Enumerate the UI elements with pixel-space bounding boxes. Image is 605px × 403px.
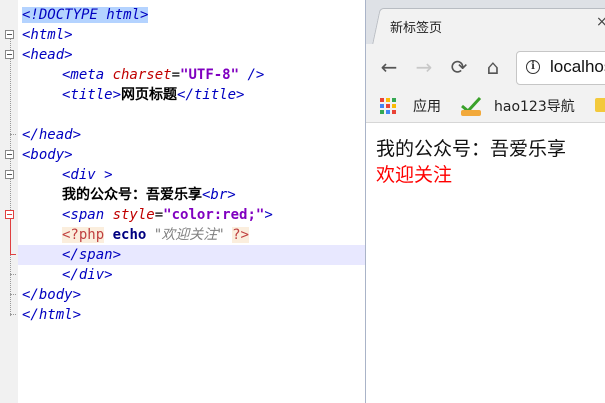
close-icon[interactable]: × (596, 14, 605, 30)
code-line: <div > (62, 167, 113, 183)
url-text[interactable]: localhost (550, 57, 605, 77)
bookmarks-bar: 应用 hao123导航 (366, 92, 605, 123)
code-line: <head> (22, 47, 73, 63)
fold-span-icon[interactable] (5, 210, 14, 219)
code-editor[interactable]: <!DOCTYPE html> <html> <head> <meta char… (0, 0, 366, 403)
code-line: <body> (22, 147, 73, 163)
fold-gutter (0, 0, 18, 403)
fold-head-icon[interactable] (5, 50, 14, 59)
apps-grid-icon[interactable] (380, 98, 396, 114)
page-viewport: 我的公众号：吾爱乐享 欢迎关注 (366, 123, 605, 403)
info-icon[interactable]: i (526, 60, 540, 74)
code-line: <span style="color:red;"> (62, 207, 273, 223)
forward-arrow-icon[interactable]: → (411, 54, 437, 80)
hao123-logo-icon (461, 96, 482, 116)
address-bar[interactable]: i localhost (516, 51, 605, 85)
back-arrow-icon[interactable]: ← (376, 54, 402, 80)
code-line: <?php echo "欢迎关注" ?> (62, 227, 249, 243)
fold-body-icon[interactable] (5, 150, 14, 159)
code-line: <!DOCTYPE html> (22, 7, 149, 23)
code-line: <meta charset="UTF-8" /> (62, 67, 265, 83)
code-line: <title>网页标题</title> (62, 87, 245, 103)
code-line: 我的公众号：吾爱乐享<br> (62, 187, 236, 203)
home-icon[interactable]: ⌂ (480, 54, 506, 80)
code-area[interactable]: <!DOCTYPE html> <html> <head> <meta char… (18, 5, 366, 325)
tab-strip: 新标签页 × (366, 0, 605, 45)
folder-icon[interactable] (595, 98, 605, 112)
bookmark-hao123[interactable]: hao123导航 (494, 98, 575, 116)
code-line: <html> (22, 27, 73, 43)
page-line-welcome: 欢迎关注 (376, 164, 453, 186)
code-line: </body> (22, 287, 82, 303)
code-line: </html> (22, 307, 82, 323)
tab-title: 新标签页 (390, 21, 443, 36)
page-line-account: 我的公众号：吾爱乐享 (376, 138, 567, 160)
code-line: </div> (62, 267, 113, 283)
reload-icon[interactable]: ⟳ (446, 54, 472, 80)
fold-div-icon[interactable] (5, 170, 14, 179)
fold-html-icon[interactable] (5, 30, 14, 39)
bookmark-apps[interactable]: 应用 (413, 98, 441, 116)
code-line: </head> (22, 127, 82, 143)
current-line: </span> (18, 245, 366, 265)
browser-toolbar: ← → ⟳ ⌂ i localhost (366, 44, 605, 92)
browser-window: 新标签页 × ← → ⟳ ⌂ i localhost 应用 hao123导航 我… (366, 0, 605, 403)
